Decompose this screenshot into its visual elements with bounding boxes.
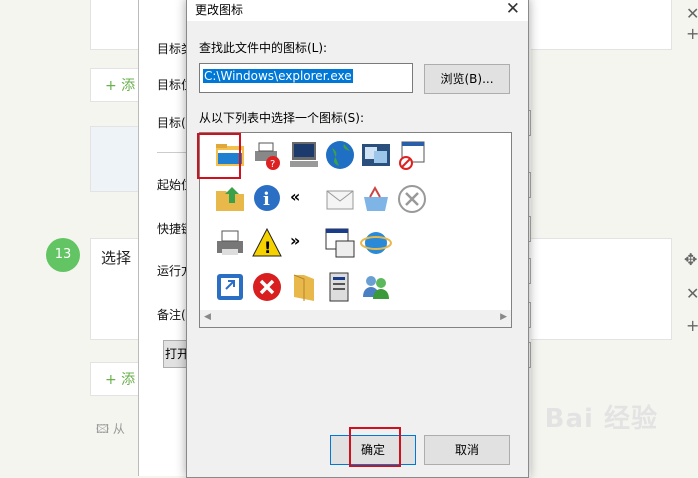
icon-file-path-input[interactable]: C:\Windows\explorer.exe [199, 63, 413, 93]
double-right-arrow-icon[interactable]: » [290, 231, 322, 263]
move-icon[interactable]: ✥ [684, 250, 697, 269]
ok-button-highlight [349, 427, 401, 467]
no-entry-window-icon[interactable] [396, 139, 428, 171]
scroll-left-icon[interactable]: ◀ [204, 312, 211, 322]
cancel-button[interactable]: 取消 [424, 435, 510, 465]
windows-icon[interactable] [360, 139, 392, 171]
warning-icon[interactable]: ! [251, 227, 283, 259]
screenshot-thumbnail[interactable] [90, 126, 140, 192]
globe-icon[interactable] [324, 139, 356, 171]
server-icon[interactable] [324, 271, 356, 303]
arrow-window-icon[interactable] [214, 271, 246, 303]
printer-icon[interactable] [214, 227, 246, 259]
search-label: 查找此文件中的图标(L): [199, 41, 328, 55]
from-label: 从 [112, 422, 125, 436]
svg-text:i: i [263, 189, 270, 210]
double-left-arrow-icon[interactable]: « [290, 187, 322, 219]
computer-icon[interactable] [288, 139, 320, 171]
prop-separator [157, 152, 187, 153]
info-icon[interactable]: i [251, 183, 283, 215]
prop-label-target: 目标( [157, 116, 186, 130]
cancel-button-label: 取消 [454, 443, 479, 457]
browse-button[interactable]: 浏览(B)... [424, 64, 510, 94]
ie-globe-icon[interactable] [360, 227, 392, 259]
document-window-icon[interactable] [324, 227, 356, 259]
printer-help-icon[interactable]: ? [251, 139, 283, 171]
dialog-close-icon[interactable]: ✕ [506, 0, 520, 19]
close-icon-2[interactable]: ✕ [686, 284, 698, 303]
users-icon[interactable] [360, 271, 392, 303]
error-icon[interactable] [251, 271, 283, 303]
icon-list-scrollbar[interactable]: ◀ ▶ [200, 310, 511, 327]
svg-text:!: ! [264, 238, 271, 257]
mail-icon[interactable] [324, 183, 356, 215]
close-icon[interactable]: ✕ [686, 4, 698, 23]
shopping-basket-icon[interactable] [360, 183, 392, 215]
svg-text:?: ? [270, 159, 275, 170]
folder-open-icon[interactable] [288, 271, 320, 303]
step-text: 选择 [101, 249, 132, 267]
folder-arrow-icon[interactable] [214, 183, 246, 215]
icon-list-label: 从以下列表中选择一个图标(S): [199, 111, 365, 125]
prop-label-comment: 备注( [157, 308, 186, 322]
plus-icon[interactable]: + [686, 24, 698, 43]
browse-button-label: 浏览(B)... [440, 72, 494, 86]
step-number-badge: 13 [46, 238, 80, 272]
circle-x-icon[interactable] [396, 183, 428, 215]
icon-file-path-value: C:\Windows\explorer.exe [203, 69, 353, 83]
add-step-label-2: + 添 [105, 372, 136, 388]
icon-list[interactable]: ? i « ! » ◀ ▶ [199, 132, 512, 328]
image-upload-link[interactable]: 🖾 从 [96, 420, 125, 441]
change-icon-dialog: 更改图标 ✕ 查找此文件中的图标(L): C:\Windows\explorer… [186, 0, 529, 478]
dialog-title: 更改图标 [195, 3, 244, 17]
add-step-label: + 添 [105, 78, 136, 94]
watermark-logo: Bai 经验 [544, 404, 658, 434]
plus-icon-2[interactable]: + [686, 316, 698, 335]
image-icon: 🖾 [96, 422, 110, 436]
selected-icon-highlight [197, 133, 241, 179]
scroll-right-icon[interactable]: ▶ [500, 312, 507, 322]
dialog-titlebar: 更改图标 ✕ [187, 0, 528, 21]
